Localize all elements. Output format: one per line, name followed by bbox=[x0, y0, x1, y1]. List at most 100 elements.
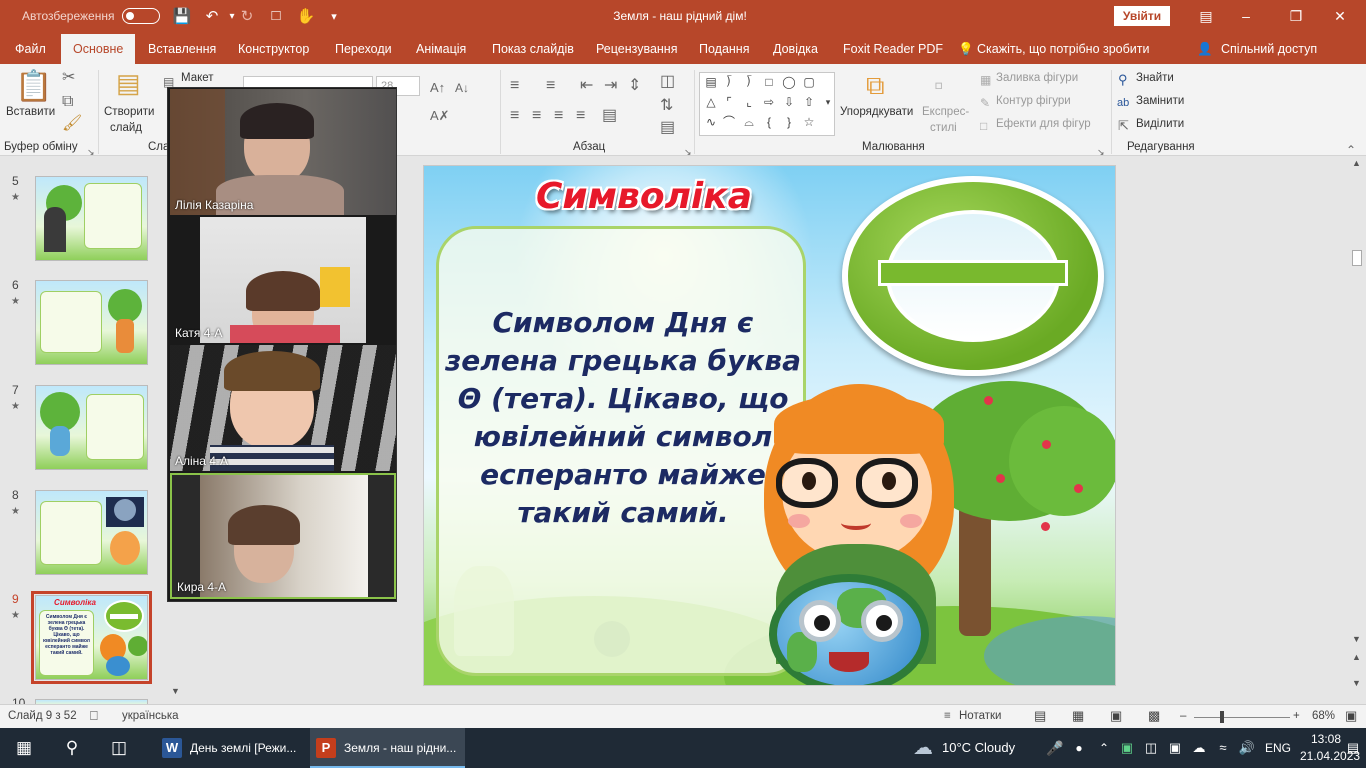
select-button[interactable]: Виділити bbox=[1136, 118, 1184, 130]
reading-view-icon[interactable]: ▣ bbox=[1110, 708, 1122, 724]
meet-now-icon[interactable]: ◫ bbox=[1142, 738, 1160, 758]
zoom-app-icon[interactable]: ● bbox=[1070, 738, 1088, 758]
replace-button[interactable]: Замінити bbox=[1136, 95, 1184, 107]
distributed-icon[interactable]: ▤ bbox=[602, 108, 617, 124]
rectangle-icon[interactable]: □ bbox=[762, 75, 776, 89]
tab-foxit[interactable]: Foxit Reader PDF bbox=[843, 34, 943, 64]
line-shape-icon[interactable]: ⟌ bbox=[722, 75, 736, 89]
quick-styles-icon[interactable]: ▫ bbox=[934, 72, 943, 98]
text-box-icon[interactable]: ▤ bbox=[704, 75, 718, 89]
language-indicator[interactable]: українська bbox=[122, 710, 179, 722]
tab-review[interactable]: Рецензування bbox=[596, 34, 677, 64]
customize-quick-access-icon[interactable]: ▾ bbox=[324, 10, 344, 23]
zoom-in-icon[interactable]: + bbox=[1293, 710, 1300, 722]
minimize-icon[interactable]: – bbox=[1226, 5, 1266, 27]
right-arrow-icon[interactable]: ⇨ bbox=[762, 95, 776, 109]
arrange-button[interactable]: Упорядкувати bbox=[840, 106, 913, 118]
tell-me-search[interactable]: Скажіть, що потрібно зробити bbox=[977, 34, 1150, 64]
tab-help[interactable]: Довідка bbox=[773, 34, 818, 64]
previous-slide-icon[interactable]: ▲ bbox=[1352, 652, 1361, 662]
copy-icon[interactable]: ⧉ bbox=[62, 94, 73, 110]
video-tile[interactable]: Катя 4-А bbox=[170, 217, 396, 343]
tab-design[interactable]: Конструктор bbox=[238, 34, 309, 64]
video-tile[interactable]: Кира 4-А bbox=[170, 473, 396, 599]
elbow-connector-icon[interactable]: ⌜ bbox=[722, 95, 736, 109]
weather-text[interactable]: 10°C Cloudy bbox=[942, 740, 1015, 755]
next-slide-icon[interactable]: ▼ bbox=[1352, 678, 1361, 688]
align-center-icon[interactable]: ≡ bbox=[532, 108, 541, 124]
align-right-icon[interactable]: ≡ bbox=[554, 108, 563, 124]
shape-fill-button[interactable]: Заливка фігури bbox=[996, 72, 1078, 84]
curve-icon[interactable]: ⌓ bbox=[742, 115, 756, 129]
weather-cloud-icon[interactable]: ☁ bbox=[910, 738, 936, 758]
network-icon[interactable]: ▣ bbox=[1166, 738, 1184, 758]
signin-button[interactable]: Увійти bbox=[1114, 6, 1170, 26]
onedrive-icon[interactable]: ☁ bbox=[1190, 738, 1208, 758]
justify-icon[interactable]: ≡ bbox=[576, 108, 585, 124]
clock-time[interactable]: 13:08 bbox=[1311, 732, 1341, 746]
left-brace-icon[interactable]: { bbox=[762, 115, 776, 129]
video-tile[interactable]: Лілія Казаріна bbox=[170, 89, 396, 215]
notifications-icon[interactable]: ▤ bbox=[1344, 738, 1362, 758]
format-painter-icon[interactable]: 🖌 bbox=[62, 116, 82, 132]
slide-body-text[interactable]: Символом Дня є зелена грецька буква Θ (т… bbox=[444, 304, 802, 532]
columns-icon[interactable]: ◫ bbox=[660, 74, 675, 90]
slide-show-icon[interactable]: ▩ bbox=[1148, 708, 1160, 724]
show-hidden-icons-icon[interactable]: ⌃ bbox=[1096, 738, 1112, 758]
theta-symbol[interactable] bbox=[842, 176, 1104, 376]
undo-icon[interactable]: ↶ bbox=[202, 7, 222, 25]
zoom-out-icon[interactable]: – bbox=[1180, 710, 1186, 722]
slide-thumbnail-5[interactable] bbox=[35, 176, 148, 261]
slide-thumbnail-6[interactable] bbox=[35, 280, 148, 365]
decrease-font-icon[interactable]: A↓ bbox=[455, 80, 469, 96]
decrease-indent-icon[interactable]: ⇤ bbox=[580, 78, 593, 94]
line-shape-2-icon[interactable]: ⟌ bbox=[742, 75, 756, 89]
zoom-level[interactable]: 68% bbox=[1312, 710, 1335, 722]
oval-icon[interactable]: ◯ bbox=[782, 75, 796, 89]
notes-button[interactable]: Нотатки bbox=[959, 710, 1001, 722]
triangle-icon[interactable]: △ bbox=[704, 95, 718, 109]
increase-indent-icon[interactable]: ⇥ bbox=[604, 78, 617, 94]
new-slide-icon[interactable]: ▤ bbox=[116, 70, 141, 96]
increase-font-icon[interactable]: A↑ bbox=[430, 80, 445, 96]
bullets-icon[interactable]: ≡ bbox=[510, 78, 519, 94]
numbering-icon[interactable]: ≡ bbox=[546, 78, 555, 94]
touch-mode-icon[interactable]: ✋ bbox=[296, 7, 316, 25]
align-left-icon[interactable]: ≡ bbox=[510, 108, 519, 124]
video-tile[interactable]: Аліна 4-А bbox=[170, 345, 396, 471]
elbow-arrow-icon[interactable]: ⌞ bbox=[742, 95, 756, 109]
scroll-down-icon[interactable]: ▼ bbox=[171, 686, 180, 696]
save-icon[interactable]: 💾 bbox=[172, 7, 192, 25]
autosave-toggle[interactable] bbox=[122, 8, 160, 24]
find-button[interactable]: Знайти bbox=[1136, 72, 1174, 84]
star-icon[interactable]: ☆ bbox=[802, 115, 816, 129]
slide-thumbnail-7[interactable] bbox=[35, 385, 148, 470]
taskbar-app-powerpoint[interactable]: P Земля - наш рідни... bbox=[310, 728, 465, 768]
microphone-icon[interactable]: 🎤 bbox=[1046, 738, 1063, 758]
redo-icon[interactable]: ↻ bbox=[237, 7, 257, 25]
taskbar-app-word[interactable]: W День землі [Режи... bbox=[156, 728, 306, 768]
slide-scrollbar[interactable]: ▲ ▼ ▲ ▼ bbox=[1350, 158, 1364, 704]
video-call-panel[interactable]: Лілія Казаріна Катя 4-А Аліна 4-А Кира 4… bbox=[167, 87, 397, 602]
zoom-slider[interactable] bbox=[1194, 717, 1290, 718]
new-slide-button[interactable]: Створити bbox=[104, 106, 154, 118]
present-from-start-icon[interactable]: □ bbox=[266, 7, 286, 24]
tab-transitions[interactable]: Переходи bbox=[335, 34, 392, 64]
slide-canvas[interactable]: Символіка Символом Дня є зелена грецька … bbox=[423, 165, 1116, 686]
task-view-icon[interactable]: ◫ bbox=[108, 738, 130, 758]
align-text-icon[interactable]: ▤ bbox=[660, 120, 675, 136]
zoom-slider-thumb[interactable] bbox=[1220, 711, 1224, 723]
close-icon[interactable]: ✕ bbox=[1320, 5, 1360, 27]
security-icon[interactable]: ▣ bbox=[1118, 738, 1136, 758]
tab-file[interactable]: Файл bbox=[15, 34, 46, 64]
input-language[interactable]: ENG bbox=[1265, 741, 1291, 755]
tab-slide-show[interactable]: Показ слайдів bbox=[492, 34, 574, 64]
tab-view[interactable]: Подання bbox=[699, 34, 749, 64]
spelling-check-icon[interactable]: ⎕ bbox=[90, 708, 98, 724]
line-spacing-icon[interactable]: ⇕ bbox=[628, 78, 641, 94]
search-icon[interactable]: ⚲ bbox=[62, 738, 82, 758]
tab-home[interactable]: Основне bbox=[61, 34, 136, 64]
slide-sorter-icon[interactable]: ▦ bbox=[1072, 708, 1084, 724]
layout-button[interactable]: Макет bbox=[181, 72, 214, 84]
scroll-up-icon[interactable]: ▲ bbox=[1352, 158, 1361, 168]
